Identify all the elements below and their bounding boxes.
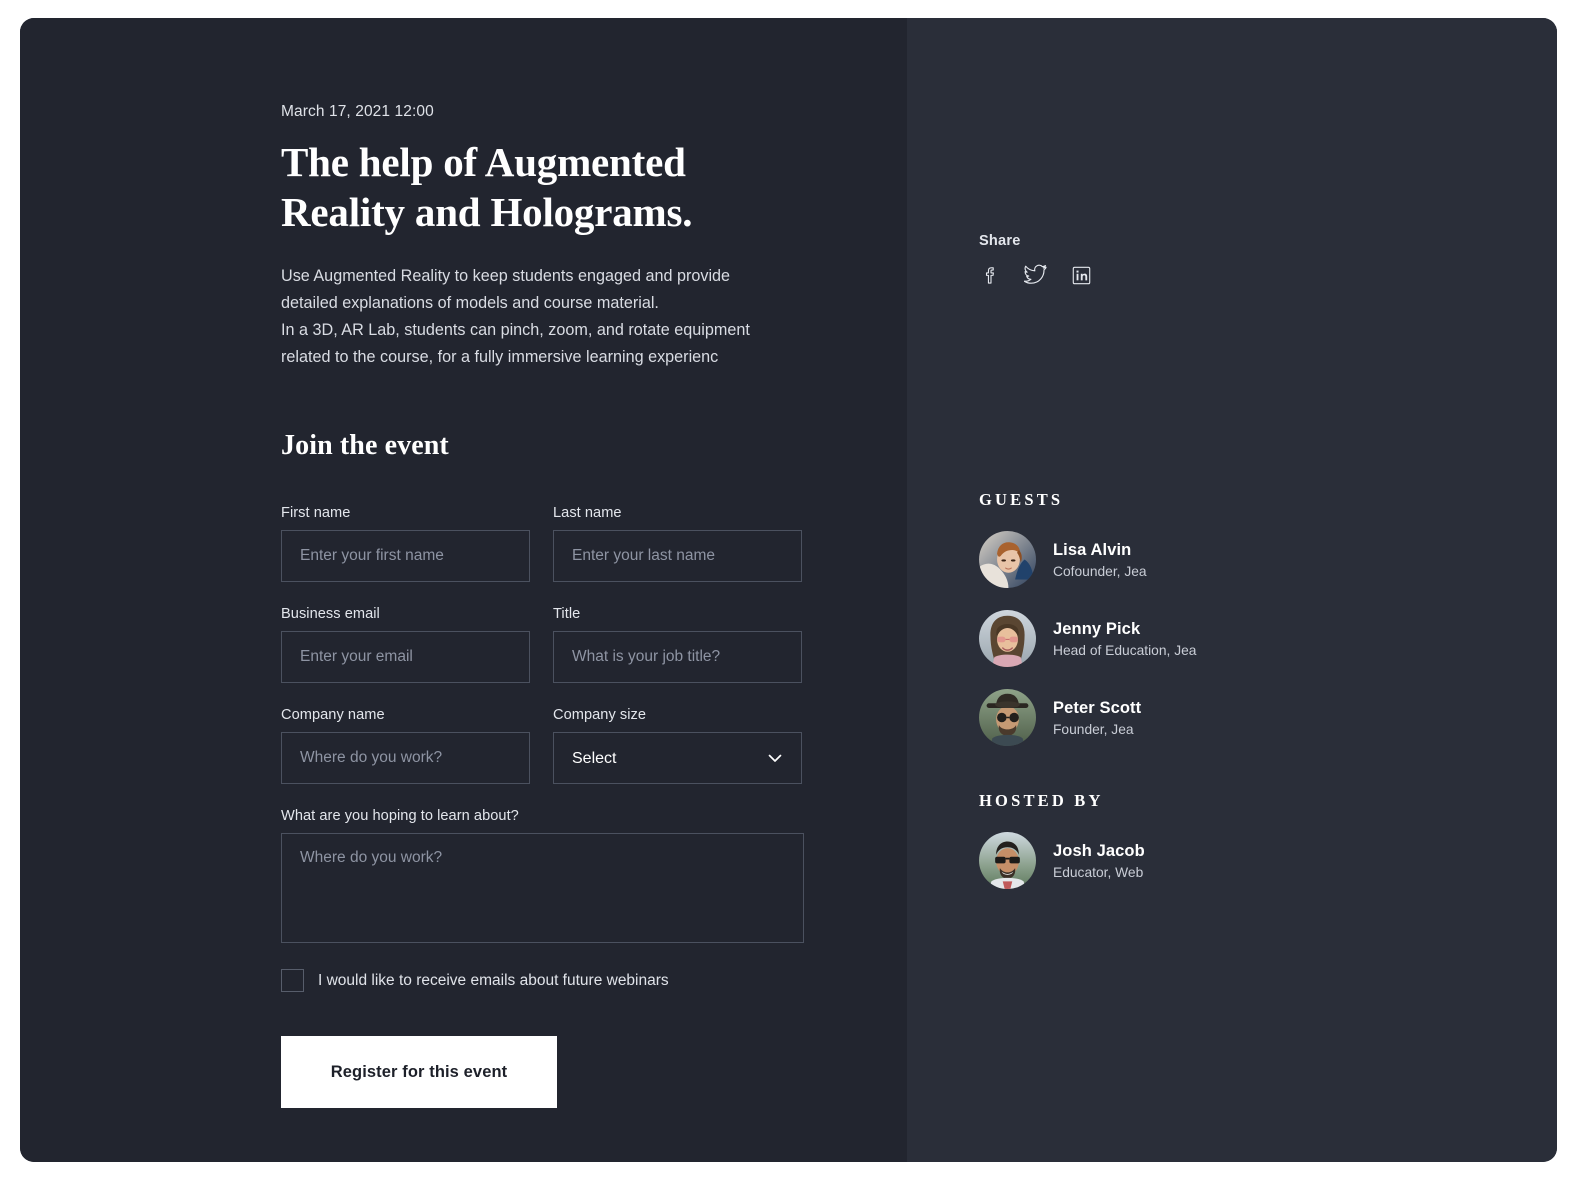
learn-about-label: What are you hoping to learn about? bbox=[281, 808, 519, 825]
event-card: March 17, 2021 12:00 The help of Augment… bbox=[20, 18, 1557, 1162]
first-name-input[interactable] bbox=[281, 530, 530, 583]
hosted-by-section-label: Hosted by bbox=[979, 791, 1104, 810]
guest-info: Lisa Alvin Cofounder, Jea bbox=[1053, 541, 1147, 579]
guest-name: Lisa Alvin bbox=[1053, 540, 1132, 559]
business-email-input[interactable] bbox=[281, 631, 530, 684]
guest-name: Jenny Pick bbox=[1053, 619, 1141, 638]
learn-about-textarea[interactable] bbox=[281, 833, 804, 944]
right-content: Share GUESTS Lisa Alvin Cofounder, Jea J… bbox=[979, 233, 1309, 889]
facebook-icon[interactable] bbox=[979, 264, 1001, 286]
linkedin-icon[interactable] bbox=[1071, 265, 1092, 286]
avatar bbox=[979, 531, 1036, 588]
right-panel: Share GUESTS Lisa Alvin Cofounder, Jea J… bbox=[907, 18, 1557, 1162]
last-name-label: Last name bbox=[553, 505, 622, 522]
twitter-icon[interactable] bbox=[1023, 264, 1048, 286]
business-email-label: Business email bbox=[281, 606, 380, 623]
title-input[interactable] bbox=[553, 631, 802, 684]
company-size-select-wrapper: Select1-1011-5051-200201-500501-10001000… bbox=[553, 732, 802, 785]
field-company-name: Company name bbox=[281, 707, 530, 785]
event-date: March 17, 2021 12:00 bbox=[281, 103, 434, 120]
field-company-size: Company size Select1-1011-5051-200201-50… bbox=[553, 707, 802, 785]
left-content: March 17, 2021 12:00 The help of Augment… bbox=[281, 103, 821, 1109]
field-title: Title bbox=[553, 606, 802, 684]
page-root: March 17, 2021 12:00 The help of Augment… bbox=[0, 0, 1577, 1189]
newsletter-checkbox-label: I would like to receive emails about fut… bbox=[318, 971, 669, 989]
field-learn-about: What are you hoping to learn about? bbox=[281, 808, 804, 944]
guest-role: Cofounder, Jea bbox=[1053, 563, 1147, 579]
registration-form: First name Last name Business email bbox=[281, 505, 821, 1109]
guest-role: Head of Education, Jea bbox=[1053, 642, 1197, 658]
host-info: Josh Jacob Educator, Web bbox=[1053, 842, 1145, 880]
avatar bbox=[979, 832, 1036, 889]
form-row-name: First name Last name bbox=[281, 505, 821, 583]
title-label: Title bbox=[553, 606, 581, 623]
newsletter-checkbox-row: I would like to receive emails about fut… bbox=[281, 969, 821, 993]
guest-list-item[interactable]: Jenny Pick Head of Education, Jea bbox=[979, 610, 1309, 667]
host-role: Educator, Web bbox=[1053, 864, 1144, 880]
last-name-input[interactable] bbox=[553, 530, 802, 583]
guest-list-item[interactable]: Lisa Alvin Cofounder, Jea bbox=[979, 531, 1309, 588]
hosted-by-section: Hosted by bbox=[979, 791, 1309, 889]
guests-section: Guests bbox=[979, 490, 1309, 746]
company-size-label: Company size bbox=[553, 707, 647, 724]
company-name-input[interactable] bbox=[281, 732, 530, 785]
share-section: Share bbox=[979, 233, 1309, 286]
field-first-name: First name bbox=[281, 505, 530, 583]
avatar bbox=[979, 610, 1036, 667]
guest-name: Peter Scott bbox=[1053, 698, 1142, 717]
guests-section-label: Guests bbox=[979, 490, 1064, 509]
register-button[interactable]: Register for this event bbox=[281, 1036, 557, 1109]
form-row-learn-about: What are you hoping to learn about? bbox=[281, 808, 821, 944]
field-last-name: Last name bbox=[553, 505, 802, 583]
guest-info: Jenny Pick Head of Education, Jea bbox=[1053, 620, 1196, 658]
form-row-email-title: Business email Title bbox=[281, 606, 821, 684]
company-name-label: Company name bbox=[281, 707, 385, 724]
newsletter-checkbox[interactable] bbox=[281, 969, 304, 993]
form-row-company: Company name Company size Select1-1011-5… bbox=[281, 707, 821, 785]
host-name: Josh Jacob bbox=[1053, 841, 1145, 860]
first-name-label: First name bbox=[281, 505, 351, 522]
guest-list-item[interactable]: Peter Scott Founder, Jea bbox=[979, 689, 1309, 746]
host-list-item[interactable]: Josh Jacob Educator, Web bbox=[979, 832, 1309, 889]
join-the-event-heading: Join the event bbox=[281, 430, 449, 462]
guest-info: Peter Scott Founder, Jea bbox=[1053, 699, 1141, 737]
event-description: Use Augmented Reality to keep students e… bbox=[281, 267, 750, 367]
share-icons bbox=[979, 264, 1309, 286]
guest-role: Founder, Jea bbox=[1053, 721, 1134, 737]
event-title: The help of Augmented Reality and Hologr… bbox=[281, 139, 693, 236]
field-business-email: Business email bbox=[281, 606, 530, 684]
left-panel: March 17, 2021 12:00 The help of Augment… bbox=[20, 18, 907, 1162]
company-size-select[interactable]: Select1-1011-5051-200201-500501-10001000… bbox=[553, 732, 802, 785]
share-label: Share bbox=[979, 233, 1021, 249]
avatar bbox=[979, 689, 1036, 746]
